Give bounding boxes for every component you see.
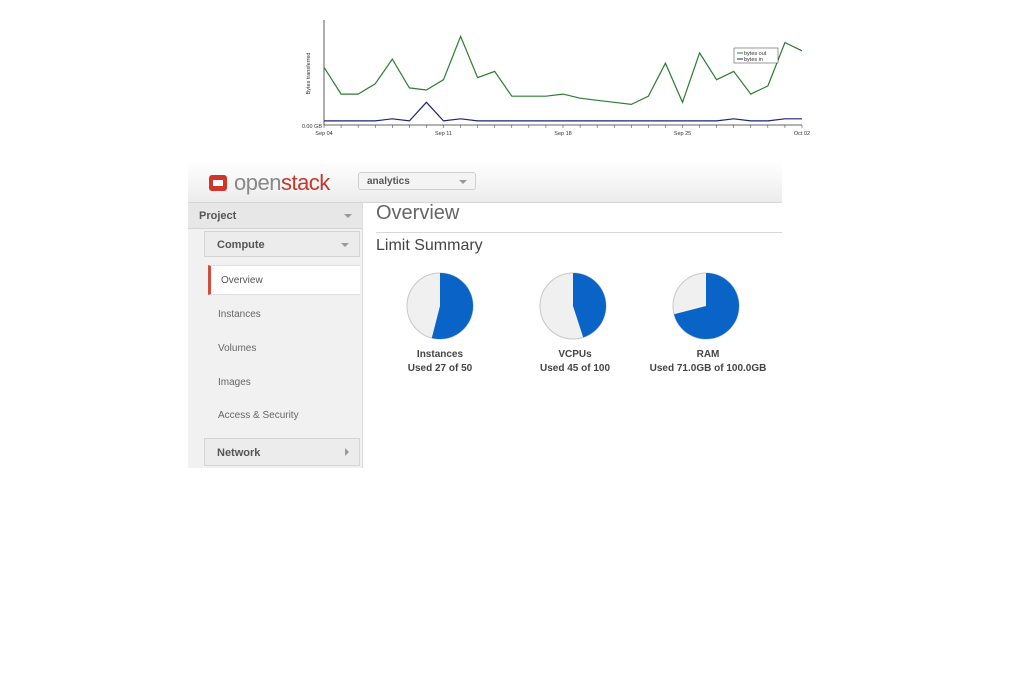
sidebar-item-instances[interactable]: Instances — [208, 300, 360, 330]
chevron-down-icon — [341, 243, 349, 247]
sidebar-network-label: Network — [217, 447, 261, 459]
openstack-logo-icon — [209, 175, 227, 191]
openstack-logo[interactable]: openstack — [208, 170, 330, 196]
ram-limit-name: RAM — [696, 349, 720, 360]
vcpus-limit-name: VCPUs — [558, 349, 592, 360]
openstack-dashboard: openstack analytics Project Compute Over… — [188, 162, 782, 468]
x-tick-label: Sep 11 — [435, 131, 452, 137]
x-tick-label: Sep 04 — [315, 131, 332, 137]
x-tick-label: Sep 18 — [554, 131, 571, 137]
project-select[interactable]: analytics — [358, 172, 476, 190]
vcpus-pie-chart — [539, 272, 607, 340]
x-tick-label: Sep 25 — [674, 131, 691, 137]
y-axis-label: Bytes transferred — [306, 53, 312, 95]
sidebar-item-volumes[interactable]: Volumes — [208, 334, 360, 364]
instances-limit-used: Used 27 of 50 — [407, 363, 473, 374]
series-line-bytes-in — [324, 101, 802, 122]
logo-text: openstack — [234, 170, 330, 195]
project-select-value: analytics — [367, 176, 410, 187]
chevron-down-icon — [459, 180, 467, 184]
sidebar-compute-label: Compute — [217, 239, 265, 251]
top-bar: openstack analytics — [188, 162, 782, 203]
vcpus-limit-used: Used 45 of 100 — [539, 363, 611, 374]
sidebar-compute[interactable]: Compute — [204, 231, 360, 257]
limit-summary-title: Limit Summary — [376, 237, 483, 254]
ram-pie-chart — [672, 272, 740, 340]
sidebar-network[interactable]: Network — [204, 438, 360, 466]
legend-label: bytes in — [744, 57, 763, 63]
traffic-chart-svg: Bytes transferred 0.00 GBSep 04 Sep 11 Sep … — [302, 20, 810, 137]
sidebar-project[interactable]: Project — [188, 203, 362, 229]
y-tick-label: 0.00 GB — [302, 124, 323, 130]
traffic-chart: Bytes transferred 0.00 GB Sep 04 Sep 11 Sep … — [290, 12, 810, 142]
chevron-right-icon — [345, 448, 349, 456]
instances-pie-chart — [406, 272, 474, 340]
sidebar-item-access-security[interactable]: Access & Security — [208, 401, 360, 431]
page-title: Overview — [376, 202, 460, 224]
sidebar: Project Compute Overview Instances Volum… — [188, 203, 363, 468]
title-divider — [376, 232, 782, 233]
x-tick-label: Oct 02 — [794, 131, 810, 137]
sidebar-project-label: Project — [199, 210, 237, 222]
chevron-down-icon — [344, 214, 352, 218]
sidebar-item-overview[interactable]: Overview — [208, 265, 360, 295]
series-line-bytes-out — [323, 34, 803, 106]
ram-limit-used: Used 71.0GB of 100.0GB — [649, 363, 767, 374]
instances-limit-name: Instances — [416, 349, 464, 360]
sidebar-item-images[interactable]: Images — [208, 368, 360, 398]
